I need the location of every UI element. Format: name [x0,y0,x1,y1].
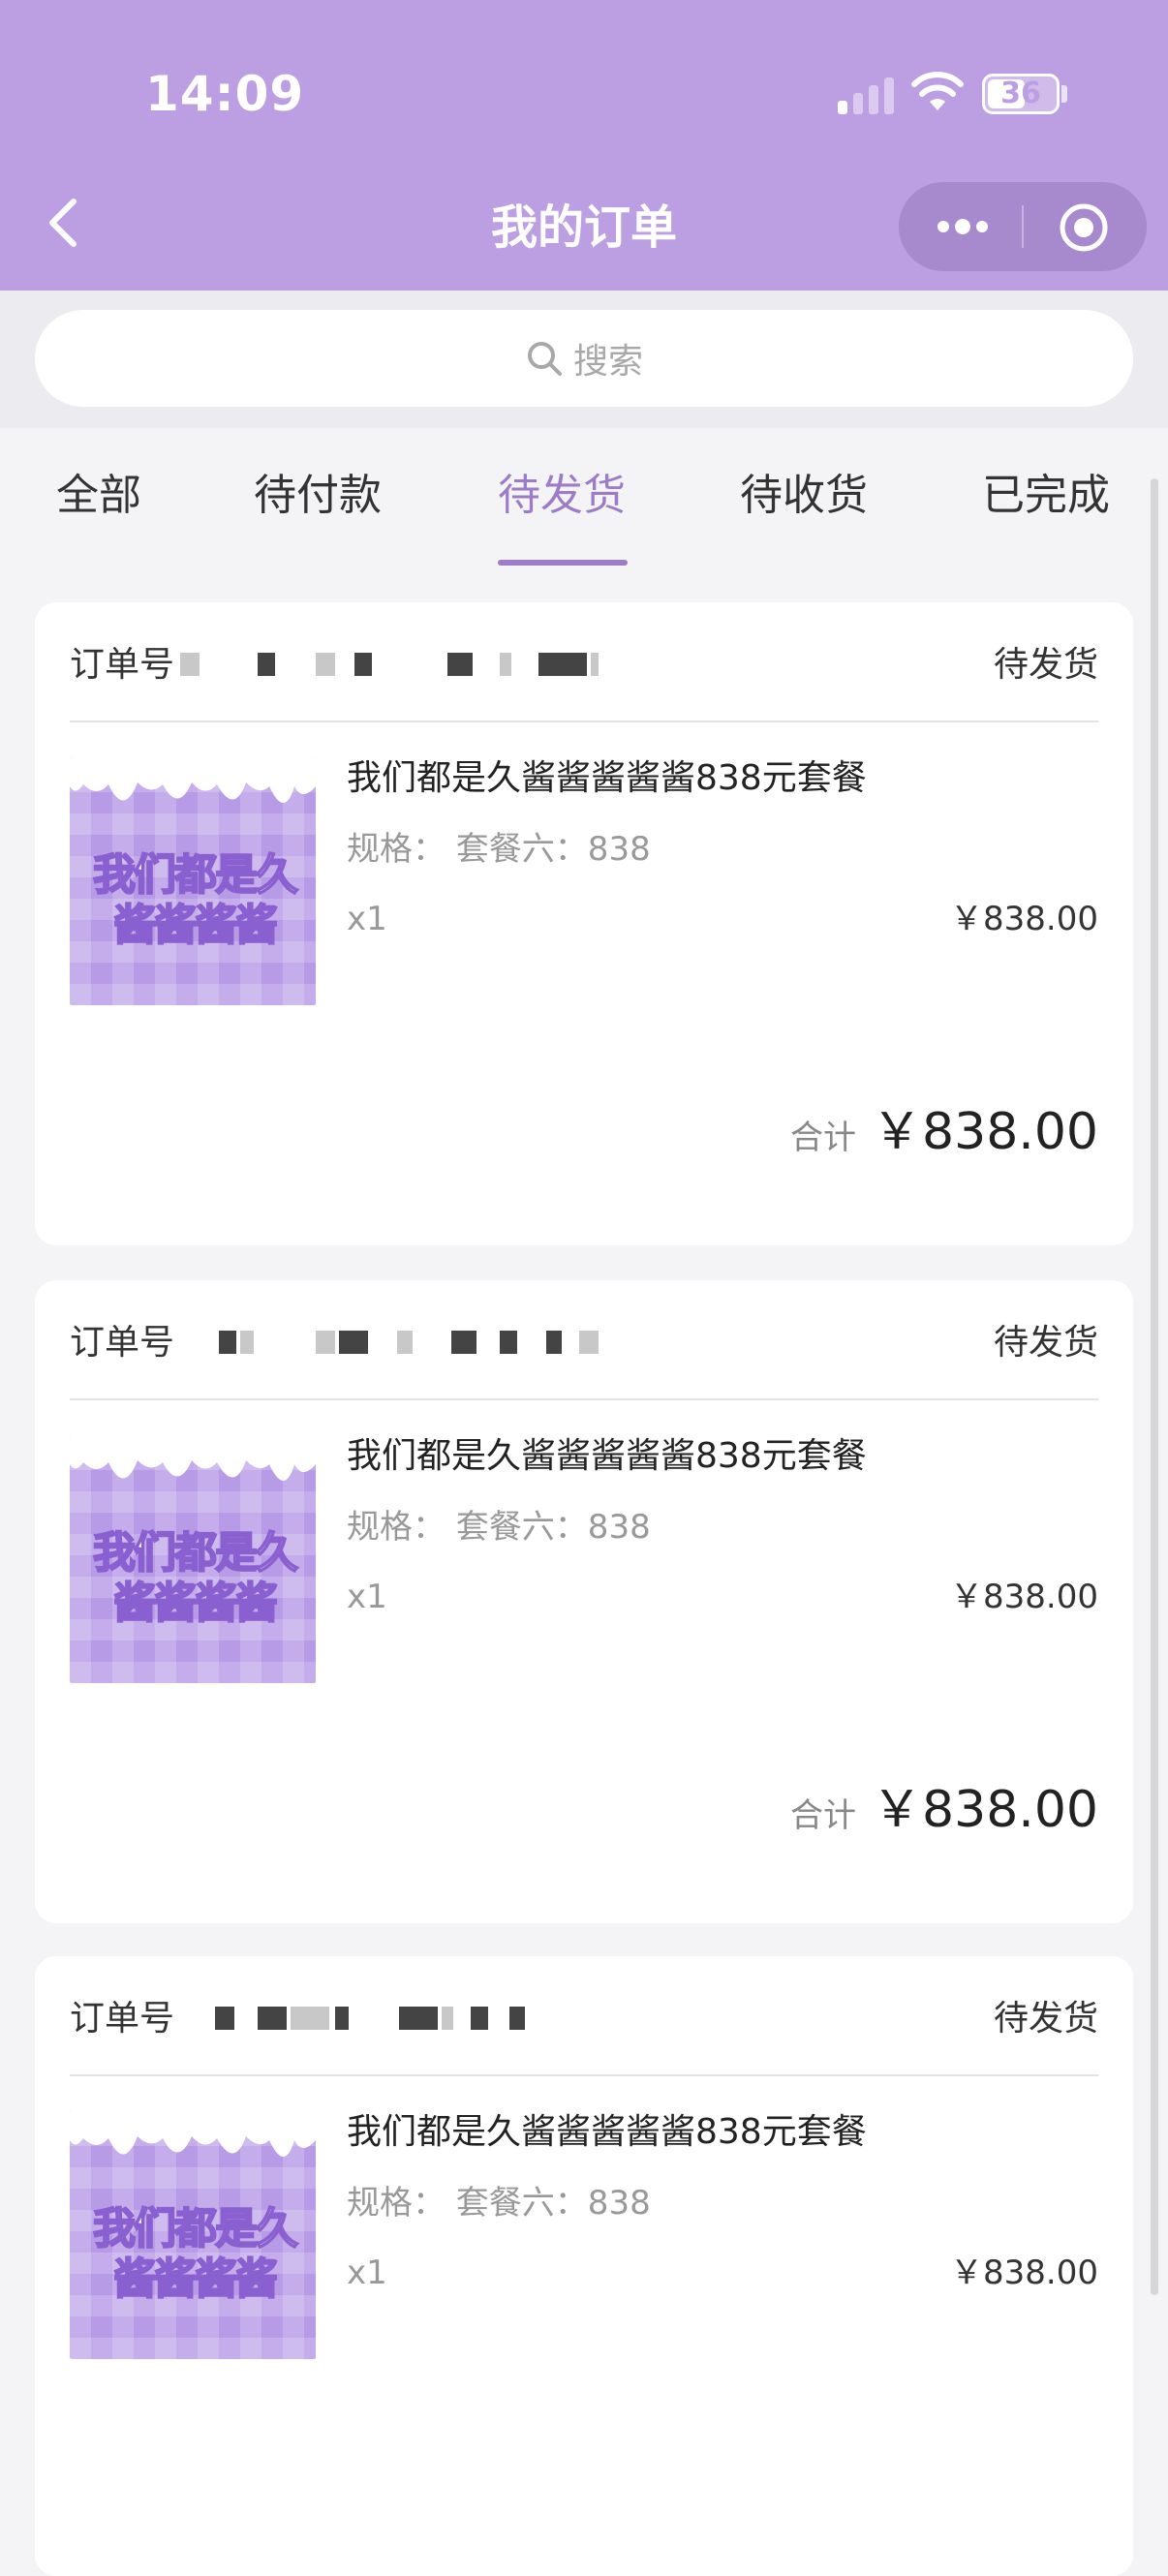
miniprogram-capsule [899,182,1147,271]
wifi-icon [911,72,964,110]
tab-pending-receipt[interactable]: 待收货 [740,467,868,525]
thumbnail-text: 我们都是久酱酱酱酱 [92,2203,299,2305]
product-quantity: x1 [347,1578,387,1616]
tab-all[interactable]: 全部 [56,467,141,525]
order-number-redacted [180,653,664,678]
product-price: ￥838.00 [950,2254,1098,2292]
product-title[interactable]: 我们都是久酱酱酱酱酱838元套餐 [347,753,867,804]
total-amount: ￥838.00 [872,1781,1098,1839]
search-placeholder: 搜索 [572,342,643,382]
cream-drip-decoration [70,1435,316,1481]
search-input[interactable]: 搜索 [35,310,1133,407]
order-card[interactable]: 订单号 待发货 我们都是久酱酱酱酱 我们都是久酱酱酱酱酱838元套餐 规格： 套… [35,602,1133,1245]
product-thumbnail[interactable]: 我们都是久酱酱酱酱 [70,2111,316,2359]
product-spec: 规格： 套餐六：838 [347,2184,651,2223]
order-number-redacted [180,1331,664,1356]
product-thumbnail[interactable]: 我们都是久酱酱酱酱 [70,757,316,1005]
tab-completed[interactable]: 已完成 [982,467,1110,525]
order-number-label: 订单号 [70,645,175,685]
target-circle-icon[interactable] [1058,201,1110,254]
product-title[interactable]: 我们都是久酱酱酱酱酱838元套餐 [347,2107,867,2158]
scrollbar[interactable] [1151,478,1158,2295]
product-title[interactable]: 我们都是久酱酱酱酱酱838元套餐 [347,1431,867,1482]
more-dots-icon[interactable] [934,207,992,246]
battery-icon: 36 [982,74,1060,114]
product-price: ￥838.00 [950,1578,1098,1616]
order-status: 待发货 [993,1323,1098,1363]
search-bar: 搜索 [0,291,1168,428]
order-number-label: 订单号 [70,1323,175,1363]
active-tab-indicator [498,560,628,566]
order-card[interactable]: 订单号 待发货 我们都是久酱酱酱酱 我们都是久酱酱酱酱酱838元套餐 规格： 套… [35,1280,1133,1923]
order-number-redacted [180,2007,664,2032]
order-card[interactable]: 订单号 待发货 我们都是久酱酱酱酱 我们都是久酱酱酱酱酱838元套餐 规格： 套… [35,1956,1133,2576]
order-status: 待发货 [993,1999,1098,2039]
product-price: ￥838.00 [950,900,1098,938]
total-label: 合计 [790,1796,857,1835]
product-thumbnail[interactable]: 我们都是久酱酱酱酱 [70,1435,316,1683]
product-quantity: x1 [347,2254,387,2292]
cream-drip-decoration [70,757,316,803]
order-status: 待发货 [993,645,1098,685]
total-amount: ￥838.00 [872,1103,1098,1161]
battery-level: 36 [1000,77,1041,110]
order-total: 合计 ￥838.00 [790,1090,1098,1163]
thumbnail-text: 我们都是久酱酱酱酱 [92,849,299,951]
cellular-signal-icon [838,76,896,114]
back-button[interactable] [39,194,87,252]
order-number-label: 订单号 [70,1999,175,2039]
order-tabs: 全部 待付款 待发货 待收货 已完成 [0,428,1168,573]
status-time: 14:09 [145,66,305,122]
cream-drip-decoration [70,2111,316,2157]
product-spec: 规格： 套餐六：838 [347,1508,651,1547]
thumbnail-text: 我们都是久酱酱酱酱 [92,1527,299,1629]
total-label: 合计 [790,1119,857,1157]
product-spec: 规格： 套餐六：838 [347,830,651,869]
order-total: 合计 ￥838.00 [790,1768,1098,1841]
product-quantity: x1 [347,900,387,938]
tab-pending-shipment[interactable]: 待发货 [498,467,626,525]
nav-header: 14:09 36 我的订单 [0,0,1168,291]
search-icon [527,342,562,376]
tab-pending-payment[interactable]: 待付款 [254,467,382,525]
